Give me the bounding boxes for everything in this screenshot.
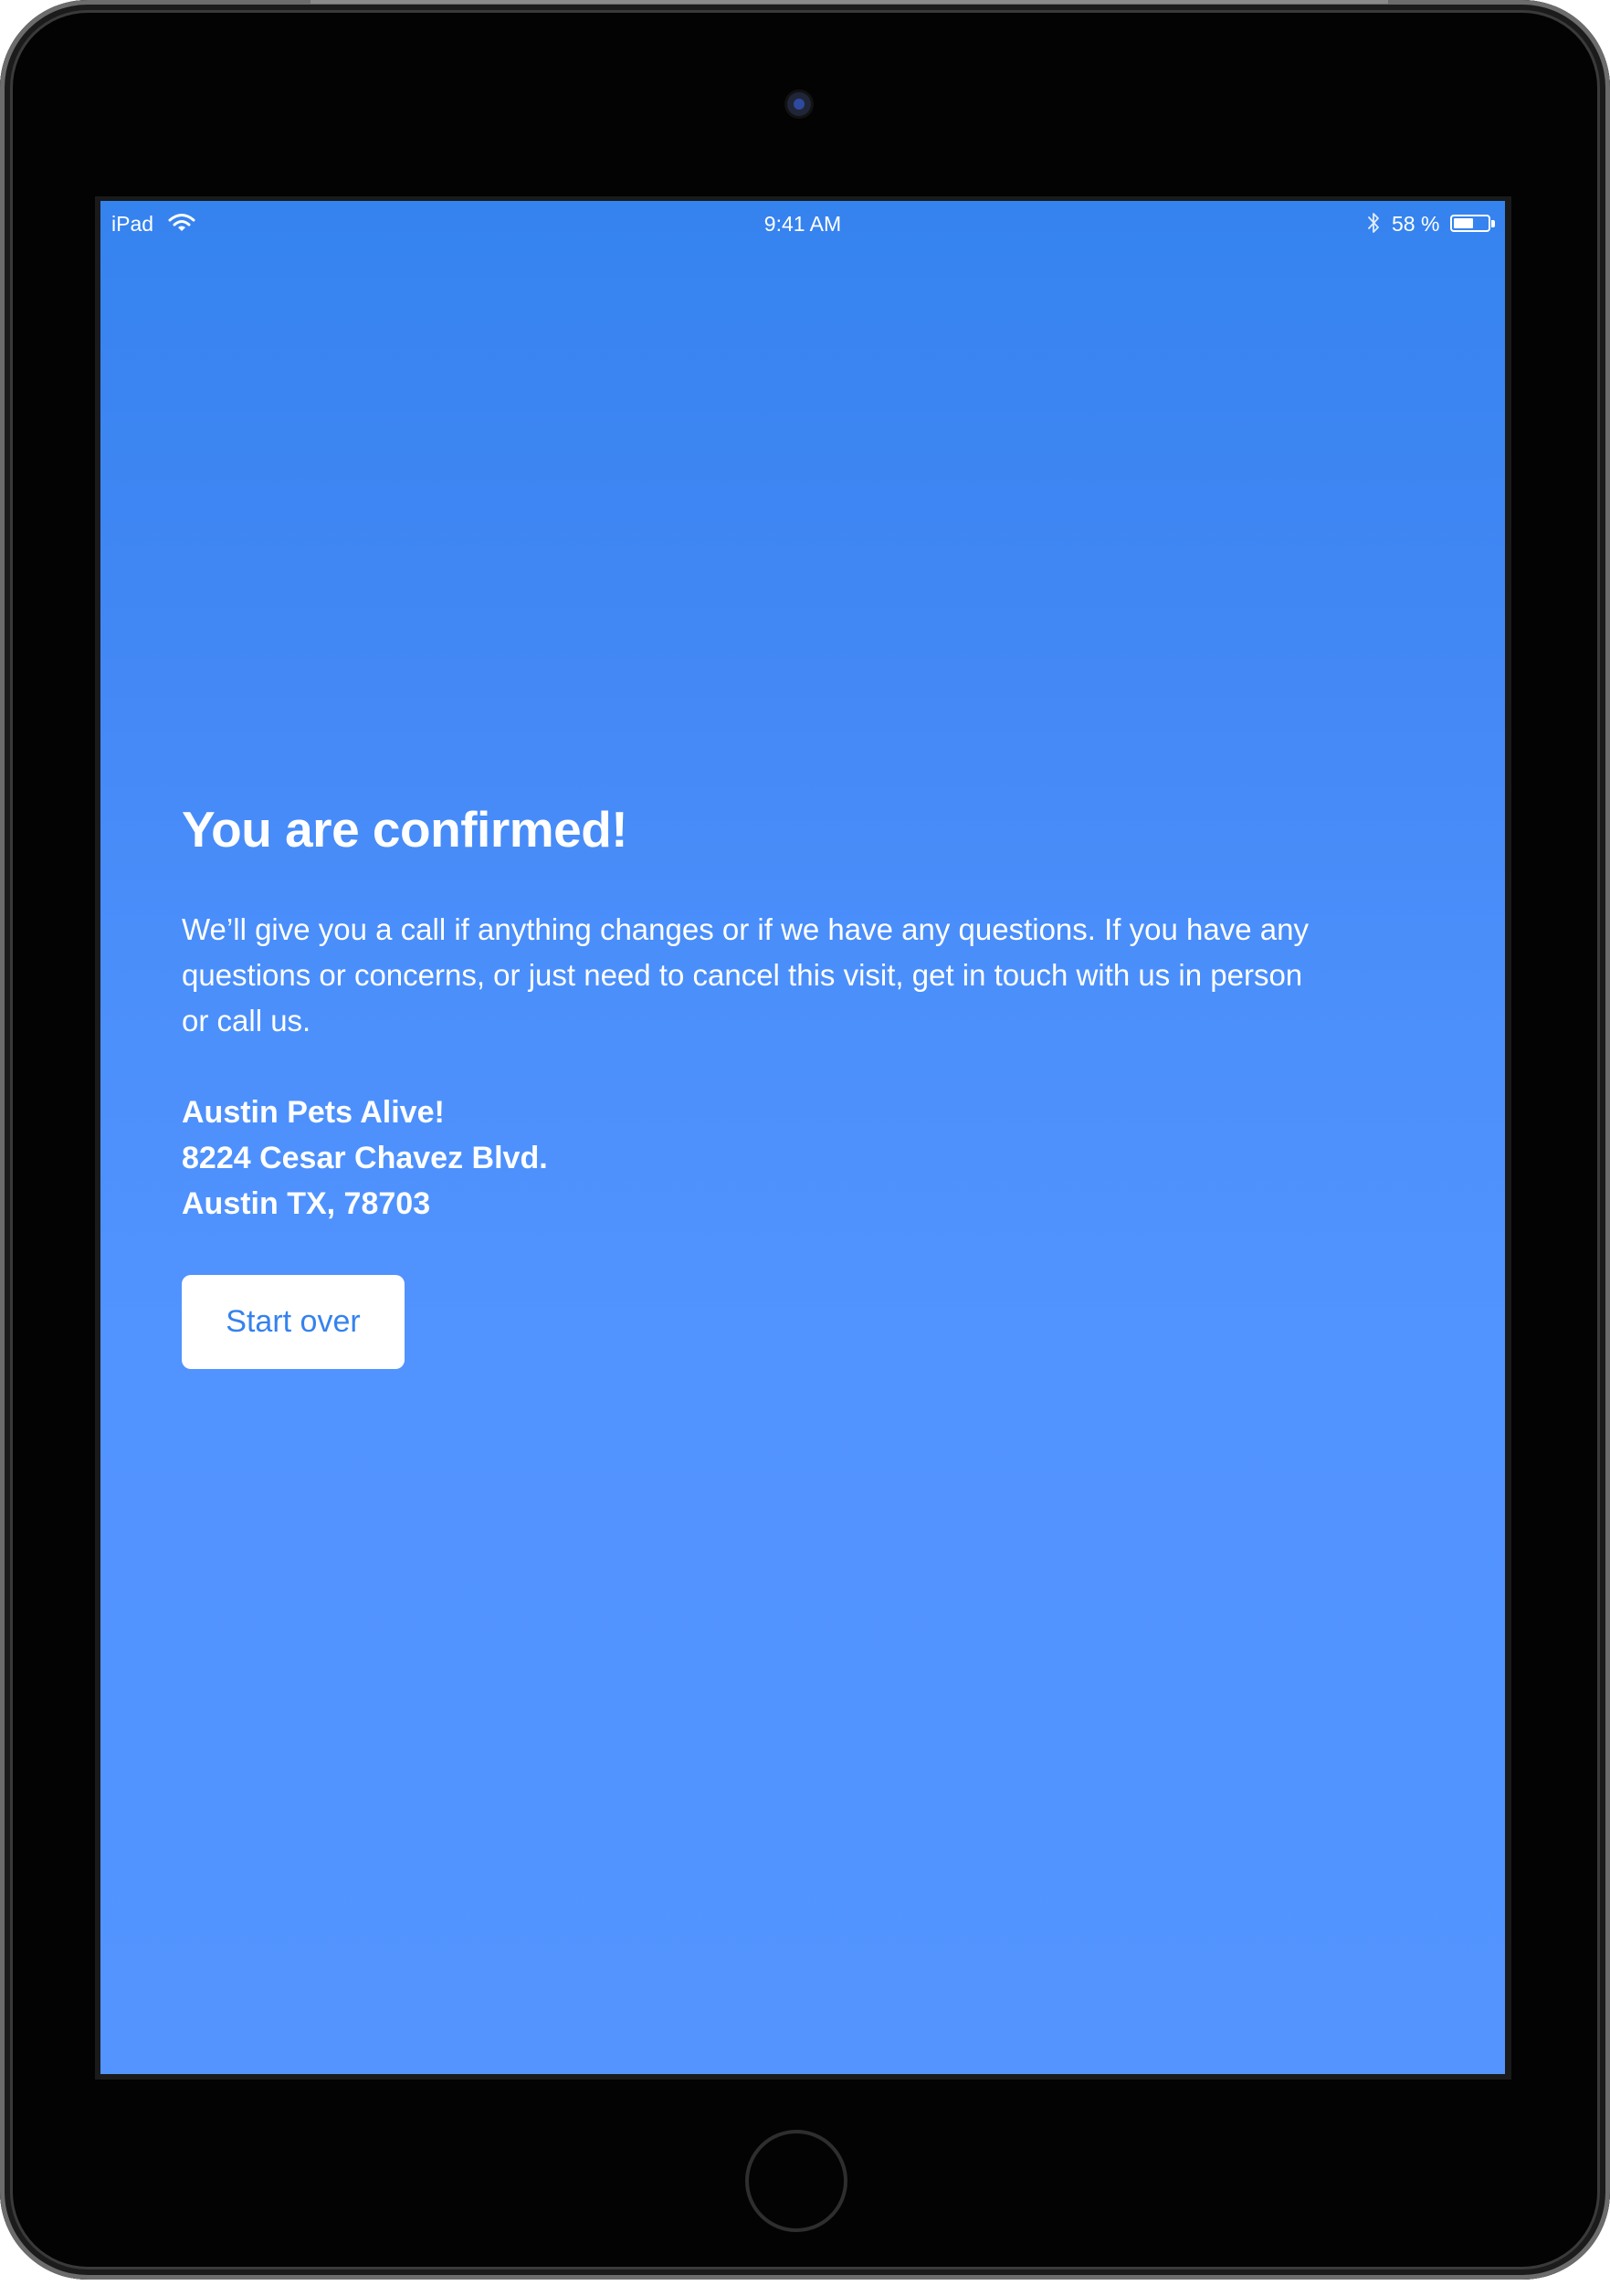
shelter-city: Austin TX, 78703	[182, 1186, 431, 1221]
front-camera-icon	[787, 92, 811, 116]
app-screen: iPad 9:41 AM 58 % You are confirmed! We’…	[100, 201, 1505, 2074]
battery-percentage: 58 %	[1392, 212, 1440, 236]
confirmation-panel: You are confirmed! We’ll give you a call…	[182, 799, 1424, 1369]
camera-lens	[794, 99, 805, 110]
battery-icon	[1450, 215, 1490, 232]
ipad-frame: iPad 9:41 AM 58 % You are confirmed! We’…	[0, 0, 1610, 2280]
shelter-address: Austin Pets Alive! 8224 Cesar Chavez Blv…	[182, 1090, 1424, 1227]
device-edge-highlight	[310, 0, 1388, 4]
shelter-street: 8224 Cesar Chavez Blvd.	[182, 1141, 548, 1175]
status-bar: iPad 9:41 AM 58 %	[100, 201, 1505, 247]
battery-level-fill	[1454, 218, 1473, 228]
battery-tip	[1491, 220, 1495, 227]
confirmation-message: We’ll give you a call if anything change…	[182, 912, 1309, 1037]
confirmation-title: You are confirmed!	[182, 801, 628, 858]
home-button[interactable]	[745, 2130, 847, 2232]
shelter-name: Austin Pets Alive!	[182, 1095, 445, 1130]
bluetooth-icon	[1368, 213, 1379, 233]
status-time: 9:41 AM	[763, 212, 842, 236]
start-over-button[interactable]: Start over	[182, 1275, 405, 1369]
